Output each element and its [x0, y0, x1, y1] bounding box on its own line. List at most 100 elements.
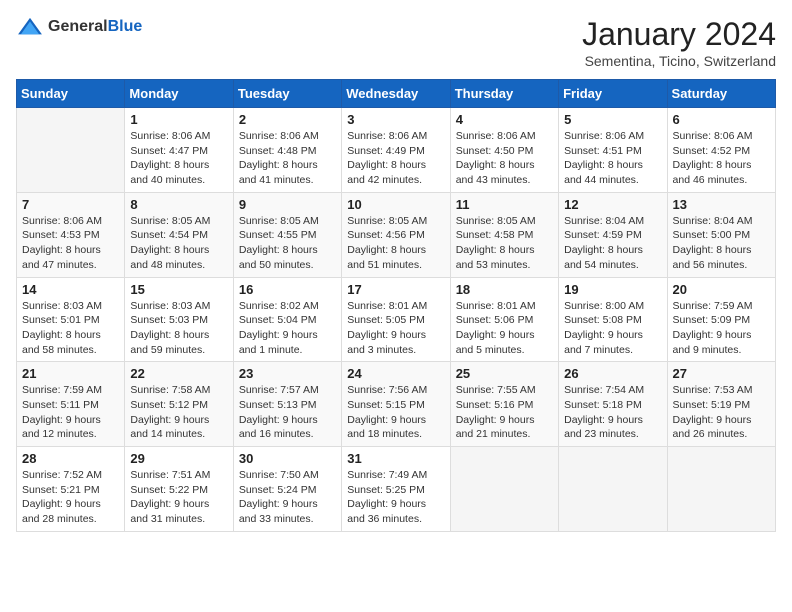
calendar-cell: 2 Sunrise: 8:06 AMSunset: 4:48 PMDaylight…: [233, 108, 341, 193]
month-title: January 2024: [582, 16, 776, 53]
day-number: 12: [564, 197, 661, 212]
day-info: Sunrise: 7:49 AMSunset: 5:25 PMDaylight:…: [347, 468, 444, 527]
calendar-cell: 14 Sunrise: 8:03 AMSunset: 5:01 PMDayligh…: [17, 277, 125, 362]
calendar-table: SundayMondayTuesdayWednesdayThursdayFrid…: [16, 79, 776, 532]
header-friday: Friday: [559, 80, 667, 108]
calendar-cell: 6 Sunrise: 8:06 AMSunset: 4:52 PMDaylight…: [667, 108, 775, 193]
calendar-cell: 17 Sunrise: 8:01 AMSunset: 5:05 PMDayligh…: [342, 277, 450, 362]
day-info: Sunrise: 7:59 AMSunset: 5:11 PMDaylight:…: [22, 383, 119, 442]
page-header: GeneralBlue January 2024 Sementina, Tici…: [16, 16, 776, 69]
week-row-1: 1 Sunrise: 8:06 AMSunset: 4:47 PMDaylight…: [17, 108, 776, 193]
header-monday: Monday: [125, 80, 233, 108]
day-number: 30: [239, 451, 336, 466]
day-number: 23: [239, 366, 336, 381]
day-info: Sunrise: 8:06 AMSunset: 4:51 PMDaylight:…: [564, 129, 661, 188]
day-number: 11: [456, 197, 553, 212]
day-info: Sunrise: 8:05 AMSunset: 4:54 PMDaylight:…: [130, 214, 227, 273]
day-number: 19: [564, 282, 661, 297]
calendar-cell: 12Sunrise: 8:04 AMSunset: 4:59 PMDayligh…: [559, 192, 667, 277]
day-number: 22: [130, 366, 227, 381]
day-info: Sunrise: 8:04 AMSunset: 5:00 PMDaylight:…: [673, 214, 770, 273]
day-number: 26: [564, 366, 661, 381]
day-info: Sunrise: 8:06 AMSunset: 4:50 PMDaylight:…: [456, 129, 553, 188]
day-info: Sunrise: 7:53 AMSunset: 5:19 PMDaylight:…: [673, 383, 770, 442]
calendar-cell: 27 Sunrise: 7:53 AMSunset: 5:19 PMDayligh…: [667, 362, 775, 447]
calendar-cell: 24 Sunrise: 7:56 AMSunset: 5:15 PMDayligh…: [342, 362, 450, 447]
calendar-cell: 30 Sunrise: 7:50 AMSunset: 5:24 PMDayligh…: [233, 447, 341, 532]
day-info: Sunrise: 8:06 AMSunset: 4:52 PMDaylight:…: [673, 129, 770, 188]
calendar-cell: [450, 447, 558, 532]
day-info: Sunrise: 7:59 AMSunset: 5:09 PMDaylight:…: [673, 299, 770, 358]
day-info: Sunrise: 8:01 AMSunset: 5:05 PMDaylight:…: [347, 299, 444, 358]
day-number: 6: [673, 112, 770, 127]
day-info: Sunrise: 8:03 AMSunset: 5:03 PMDaylight:…: [130, 299, 227, 358]
day-number: 8: [130, 197, 227, 212]
day-number: 1: [130, 112, 227, 127]
day-number: 25: [456, 366, 553, 381]
day-number: 24: [347, 366, 444, 381]
header-wednesday: Wednesday: [342, 80, 450, 108]
day-info: Sunrise: 7:51 AMSunset: 5:22 PMDaylight:…: [130, 468, 227, 527]
day-number: 13: [673, 197, 770, 212]
day-number: 14: [22, 282, 119, 297]
calendar-cell: 8 Sunrise: 8:05 AMSunset: 4:54 PMDaylight…: [125, 192, 233, 277]
header-sunday: Sunday: [17, 80, 125, 108]
header-saturday: Saturday: [667, 80, 775, 108]
calendar-cell: 15 Sunrise: 8:03 AMSunset: 5:03 PMDayligh…: [125, 277, 233, 362]
calendar-cell: 29 Sunrise: 7:51 AMSunset: 5:22 PMDayligh…: [125, 447, 233, 532]
logo-general: General: [48, 18, 108, 35]
day-info: Sunrise: 8:06 AMSunset: 4:49 PMDaylight:…: [347, 129, 444, 188]
day-info: Sunrise: 7:56 AMSunset: 5:15 PMDaylight:…: [347, 383, 444, 442]
day-info: Sunrise: 8:06 AMSunset: 4:47 PMDaylight:…: [130, 129, 227, 188]
calendar-cell: 28Sunrise: 7:52 AMSunset: 5:21 PMDayligh…: [17, 447, 125, 532]
calendar-cell: 5 Sunrise: 8:06 AMSunset: 4:51 PMDaylight…: [559, 108, 667, 193]
day-number: 15: [130, 282, 227, 297]
day-number: 10: [347, 197, 444, 212]
day-info: Sunrise: 8:06 AMSunset: 4:48 PMDaylight:…: [239, 129, 336, 188]
logo-blue: Blue: [108, 18, 143, 35]
day-number: 29: [130, 451, 227, 466]
day-info: Sunrise: 7:55 AMSunset: 5:16 PMDaylight:…: [456, 383, 553, 442]
calendar-cell: 13 Sunrise: 8:04 AMSunset: 5:00 PMDayligh…: [667, 192, 775, 277]
calendar-cell: 18Sunrise: 8:01 AMSunset: 5:06 PMDayligh…: [450, 277, 558, 362]
day-info: Sunrise: 7:50 AMSunset: 5:24 PMDaylight:…: [239, 468, 336, 527]
day-number: 21: [22, 366, 119, 381]
calendar-cell: 26Sunrise: 7:54 AMSunset: 5:18 PMDayligh…: [559, 362, 667, 447]
day-number: 2: [239, 112, 336, 127]
week-row-2: 7Sunrise: 8:06 AMSunset: 4:53 PMDaylight…: [17, 192, 776, 277]
calendar-cell: [667, 447, 775, 532]
day-info: Sunrise: 7:57 AMSunset: 5:13 PMDaylight:…: [239, 383, 336, 442]
header-tuesday: Tuesday: [233, 80, 341, 108]
title-area: January 2024 Sementina, Ticino, Switzerl…: [582, 16, 776, 69]
day-info: Sunrise: 8:02 AMSunset: 5:04 PMDaylight:…: [239, 299, 336, 358]
week-row-5: 28Sunrise: 7:52 AMSunset: 5:21 PMDayligh…: [17, 447, 776, 532]
calendar-cell: 9Sunrise: 8:05 AMSunset: 4:55 PMDaylight…: [233, 192, 341, 277]
day-info: Sunrise: 8:06 AMSunset: 4:53 PMDaylight:…: [22, 214, 119, 273]
calendar-cell: 21 Sunrise: 7:59 AMSunset: 5:11 PMDayligh…: [17, 362, 125, 447]
calendar-cell: 25 Sunrise: 7:55 AMSunset: 5:16 PMDayligh…: [450, 362, 558, 447]
calendar-cell: 16Sunrise: 8:02 AMSunset: 5:04 PMDayligh…: [233, 277, 341, 362]
day-info: Sunrise: 8:01 AMSunset: 5:06 PMDaylight:…: [456, 299, 553, 358]
day-number: 5: [564, 112, 661, 127]
day-number: 27: [673, 366, 770, 381]
logo: GeneralBlue: [16, 16, 142, 38]
calendar-cell: 22 Sunrise: 7:58 AMSunset: 5:12 PMDayligh…: [125, 362, 233, 447]
day-number: 31: [347, 451, 444, 466]
calendar-cell: 4 Sunrise: 8:06 AMSunset: 4:50 PMDaylight…: [450, 108, 558, 193]
calendar-cell: 11Sunrise: 8:05 AMSunset: 4:58 PMDayligh…: [450, 192, 558, 277]
day-number: 3: [347, 112, 444, 127]
day-info: Sunrise: 7:58 AMSunset: 5:12 PMDaylight:…: [130, 383, 227, 442]
calendar-cell: 10Sunrise: 8:05 AMSunset: 4:56 PMDayligh…: [342, 192, 450, 277]
calendar-cell: [559, 447, 667, 532]
day-number: 28: [22, 451, 119, 466]
location-title: Sementina, Ticino, Switzerland: [582, 53, 776, 69]
header-row: SundayMondayTuesdayWednesdayThursdayFrid…: [17, 80, 776, 108]
calendar-cell: 20Sunrise: 7:59 AMSunset: 5:09 PMDayligh…: [667, 277, 775, 362]
day-number: 17: [347, 282, 444, 297]
calendar-cell: 23 Sunrise: 7:57 AMSunset: 5:13 PMDayligh…: [233, 362, 341, 447]
day-number: 4: [456, 112, 553, 127]
day-info: Sunrise: 8:03 AMSunset: 5:01 PMDaylight:…: [22, 299, 119, 358]
header-thursday: Thursday: [450, 80, 558, 108]
calendar-cell: 3 Sunrise: 8:06 AMSunset: 4:49 PMDaylight…: [342, 108, 450, 193]
week-row-3: 14 Sunrise: 8:03 AMSunset: 5:01 PMDayligh…: [17, 277, 776, 362]
